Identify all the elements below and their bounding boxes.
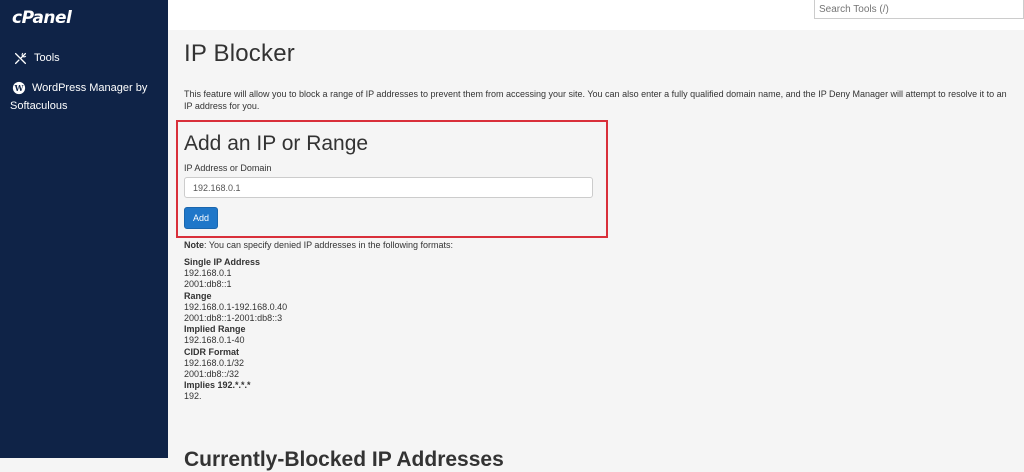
sidebar-item-label: WordPress Manager by Softaculous xyxy=(10,82,148,112)
format-heading: Single IP Address xyxy=(184,257,261,267)
page-title: IP Blocker xyxy=(184,40,295,67)
search-tools-input[interactable] xyxy=(814,0,1024,19)
tools-icon xyxy=(12,50,28,66)
sidebar-item-wordpress-manager[interactable]: W WordPress Manager by Softaculous xyxy=(10,79,162,115)
add-ip-section-title: Add an IP or Range xyxy=(184,132,369,155)
ip-format-list: Single IP Address 192.168.0.1 2001:db8::… xyxy=(184,257,287,403)
format-example: 192.168.0.1 xyxy=(184,268,232,279)
top-bar xyxy=(168,0,1024,30)
format-heading: Range xyxy=(184,290,212,301)
format-heading: Implies 192.*.*.* xyxy=(184,380,251,391)
format-heading: CIDR Format xyxy=(184,346,240,357)
format-example: 2001:db8::/32 xyxy=(184,369,240,380)
sidebar-item-label: Tools xyxy=(34,52,60,64)
blocked-ips-section-title: Currently-Blocked IP Addresses xyxy=(184,448,504,471)
note-text: : You can specify denied IP addresses in… xyxy=(204,240,453,250)
ip-address-input[interactable] xyxy=(184,177,593,198)
format-heading: Implied Range xyxy=(184,324,246,335)
format-example: 192.168.0.1/32 xyxy=(184,357,245,368)
note-label: Note xyxy=(184,240,204,250)
format-example: 192.168.0.1-192.168.0.40 xyxy=(184,301,288,312)
page-description: This feature will allow you to block a r… xyxy=(184,89,1007,111)
format-example: 192.168.0.1-40 xyxy=(184,335,245,346)
sidebar-item-tools[interactable]: Tools xyxy=(12,49,60,67)
format-example: 2001:db8::1-2001:db8::3 xyxy=(184,313,283,324)
main-content: IP Blocker This feature will allow you t… xyxy=(184,40,1014,111)
cpanel-logo[interactable]: cPanel xyxy=(12,8,72,28)
sidebar: cPanel Tools W WordPress Manager by Soft… xyxy=(0,0,168,458)
format-note: Note: You can specify denied IP addresse… xyxy=(184,240,453,250)
add-button[interactable]: Add xyxy=(184,207,218,229)
format-example: 2001:db8::1 xyxy=(184,279,232,290)
format-example: 192. xyxy=(184,391,202,402)
ip-address-label: IP Address or Domain xyxy=(184,163,272,173)
